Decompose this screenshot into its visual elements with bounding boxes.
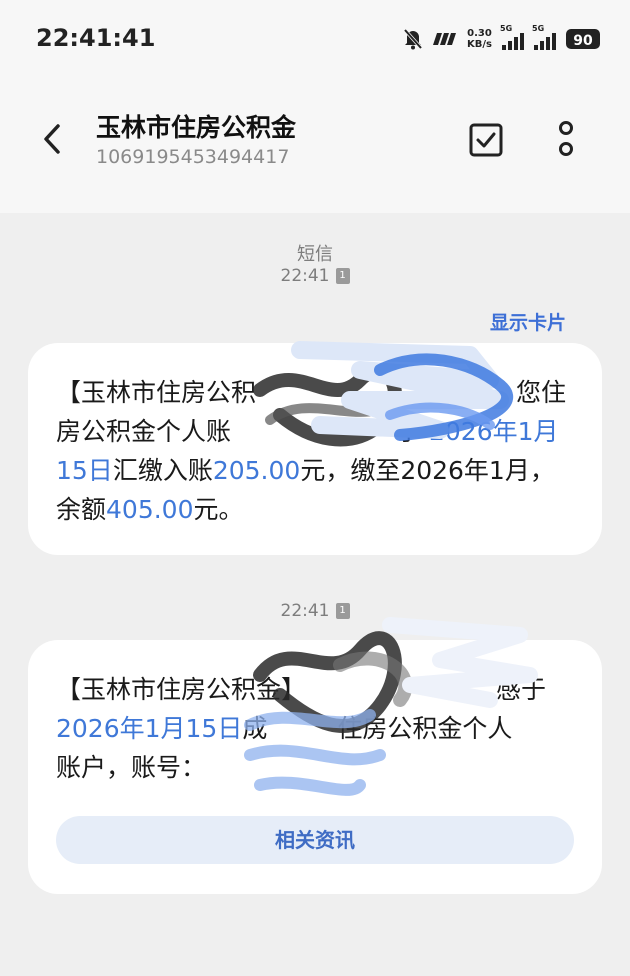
signal-icon: 5G <box>532 24 556 50</box>
message-text: 【玉林市住房公积金】 感于 2026年1月15日成 住房公积金个人账户，账号： <box>56 670 576 787</box>
status-icons: 0.30 KB/s 5G 5G 90 <box>403 24 600 53</box>
signal-icon: 5G <box>500 24 524 50</box>
status-bar: 22:41:41 0.30 KB/s 5G 5G 90 <box>0 0 630 78</box>
related-info-button[interactable]: 相关资讯 <box>56 816 574 864</box>
contact-name: 玉林市住房公积金 <box>96 113 297 142</box>
net-speed-unit: KB/s <box>467 39 492 50</box>
net-speed-value: 0.30 <box>467 28 492 39</box>
balance-link[interactable]: 405.00 <box>106 495 193 524</box>
text-segment: 于 <box>396 417 422 446</box>
text-segment: 房公积金个人账 <box>56 417 232 446</box>
mute-bell-icon <box>403 28 423 50</box>
show-card-link[interactable]: 显示卡片 <box>490 308 566 335</box>
more-icon[interactable] <box>552 120 580 160</box>
text-segment: 成 <box>242 714 268 743</box>
timestamp-text: 22:41 <box>280 601 330 621</box>
net-speed: 0.30 KB/s <box>467 28 492 50</box>
contact-number: 1069195453494417 <box>96 146 290 168</box>
text-segment: 【玉林市住房公积金】 <box>56 675 307 704</box>
message-type-label: 短信 <box>297 244 333 265</box>
sim2-label: 5G <box>532 24 545 33</box>
checkbox-icon[interactable] <box>468 122 504 158</box>
text-segment: 感于 <box>496 675 547 704</box>
sim-icon: 1 <box>335 603 350 619</box>
text-segment: 账户，账号： <box>56 753 207 782</box>
sim1-label: 5G <box>500 24 513 33</box>
message-bubble[interactable]: 【玉林市住房公积金】 感于 2026年1月15日成 住房公积金个人账户，账号： 相关资… <box>28 640 602 894</box>
message-text: 【玉林市住房公积 您住 房公积金个人账于 2026年1月15日汇缴入账205.00元… <box>56 373 576 529</box>
timestamp-text: 22:41 <box>280 266 330 286</box>
status-time: 22:41:41 <box>36 24 156 52</box>
text-segment: 【玉林市住房公积 <box>56 378 257 407</box>
amount-link[interactable]: 205.00 <box>213 456 300 485</box>
text-segment: 住房公积金个人 <box>337 714 513 743</box>
text-segment: 您住 <box>516 378 567 407</box>
message-timestamp: 22:41 1 <box>0 601 630 621</box>
text-segment: 汇缴入账 <box>112 456 213 485</box>
hd-icon <box>433 33 457 45</box>
message-timestamp: 22:41 1 <box>0 266 630 286</box>
date-link[interactable]: 2026年1月15日 <box>56 714 242 743</box>
sim-icon: 1 <box>335 268 350 284</box>
battery-icon: 90 <box>566 29 600 49</box>
message-bubble[interactable]: 【玉林市住房公积 您住 房公积金个人账于 2026年1月15日汇缴入账205.00元… <box>28 343 602 555</box>
text-segment: 元。 <box>193 495 244 524</box>
back-icon[interactable] <box>38 120 68 158</box>
